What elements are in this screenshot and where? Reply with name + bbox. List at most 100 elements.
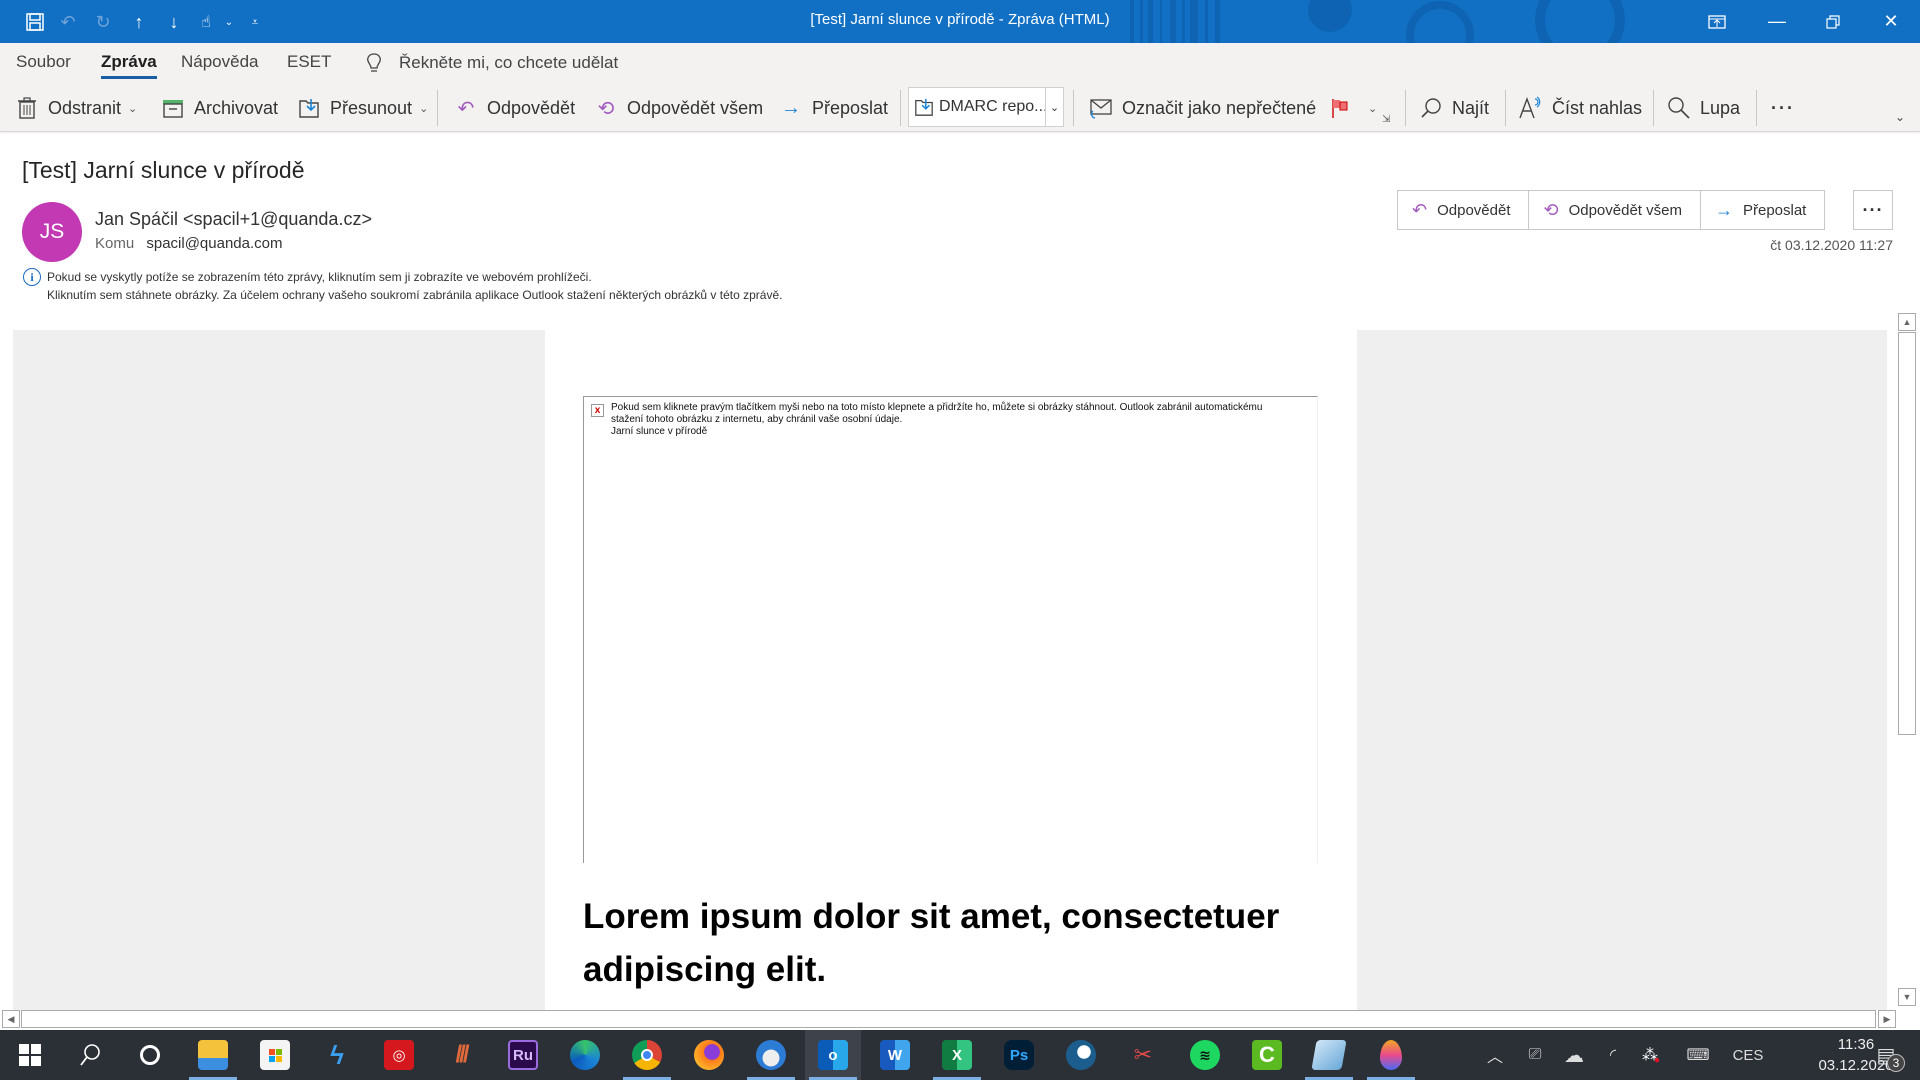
avatar[interactable]: JS xyxy=(22,202,82,262)
reply-button[interactable]: ↶ Odpovědět xyxy=(453,90,575,126)
taskbar-premiere-rush[interactable]: Ru xyxy=(495,1030,551,1080)
tab-eset[interactable]: ESET xyxy=(287,52,331,72)
find-button[interactable]: Najít xyxy=(1418,90,1489,126)
move-button[interactable]: Přesunout ⌄ xyxy=(296,90,428,126)
recipient[interactable]: spacil@quanda.com xyxy=(146,235,282,252)
notepad-icon xyxy=(1311,1040,1347,1070)
quick-steps-gallery[interactable]: DMARC repo... ⌄ xyxy=(908,87,1064,127)
trash-icon xyxy=(14,95,40,121)
cortana-button[interactable] xyxy=(122,1030,178,1080)
zoom-button[interactable]: Lupa xyxy=(1666,90,1740,126)
taskbar-steam[interactable] xyxy=(1053,1030,1109,1080)
reply-all-inline-button[interactable]: ⟲ Odpovědět všem xyxy=(1529,191,1701,229)
broken-image-icon: x xyxy=(591,404,604,417)
mark-unread-button[interactable]: Označit jako nepřečtené xyxy=(1088,90,1316,126)
excel-icon: X xyxy=(942,1040,972,1070)
scroll-down-button[interactable]: ▼ xyxy=(1898,988,1916,1006)
received-datetime: čt 03.12.2020 11:27 xyxy=(1770,237,1893,253)
chevron-down-icon[interactable]: ⌄ xyxy=(1368,102,1377,115)
taskbar-notepad[interactable] xyxy=(1301,1030,1357,1080)
taskbar-creative-cloud[interactable]: ◎ xyxy=(371,1030,427,1080)
flag-icon xyxy=(1327,95,1353,121)
taskbar-camtasia[interactable]: C xyxy=(1239,1030,1295,1080)
scroll-right-button[interactable]: ▶ xyxy=(1878,1010,1896,1028)
search-button[interactable] xyxy=(62,1030,118,1080)
envelope-icon xyxy=(1088,95,1114,121)
input-language[interactable]: CES xyxy=(1728,1030,1768,1080)
taskbar-file-explorer[interactable] xyxy=(185,1030,241,1080)
blocked-image[interactable]: x Pokud sem kliknete pravým tlačítkem my… xyxy=(583,396,1318,863)
ribbon-display-options-button[interactable] xyxy=(1694,0,1740,43)
body-heading: Lorem ipsum dolor sit amet, consectetuer… xyxy=(583,897,1280,989)
taskbar-edge[interactable] xyxy=(557,1030,613,1080)
notification-count-badge: 3 xyxy=(1887,1054,1905,1072)
taskbar-microsoft-store[interactable] xyxy=(247,1030,303,1080)
reply-all-icon: ⟲ xyxy=(597,97,615,120)
spotify-icon: ≋ xyxy=(1190,1040,1220,1070)
dialog-launcher-icon[interactable]: ⇲ xyxy=(1382,114,1390,125)
taskbar-chrome[interactable] xyxy=(619,1030,675,1080)
horizontal-scrollbar[interactable]: ◀ ▶ xyxy=(0,1010,1900,1028)
horizontal-scroll-thumb[interactable] xyxy=(21,1010,1876,1028)
dropbox-error-icon[interactable]: ⁂ ● xyxy=(1636,1030,1666,1080)
ribbon-separator xyxy=(1653,90,1654,126)
lightbulb-icon xyxy=(367,53,381,72)
premiere-rush-icon: Ru xyxy=(508,1040,538,1070)
start-button[interactable] xyxy=(2,1030,58,1080)
restore-button[interactable] xyxy=(1810,0,1856,43)
chevron-down-icon[interactable]: ⌄ xyxy=(419,102,428,115)
chevron-down-icon[interactable]: ⌄ xyxy=(128,102,137,115)
creative-cloud-icon: ◎ xyxy=(384,1040,414,1070)
wifi-icon[interactable]: ◜ xyxy=(1598,1030,1628,1080)
action-center-button[interactable]: ▤ 3 xyxy=(1866,1030,1906,1080)
taskbar-spotify[interactable]: ≋ xyxy=(1177,1030,1233,1080)
taskbar-outlook[interactable]: o xyxy=(805,1030,861,1080)
more-actions-button[interactable]: ··· xyxy=(1853,190,1893,230)
flag-button[interactable]: ⌄ xyxy=(1327,90,1377,126)
taskbar-firefox[interactable] xyxy=(681,1030,737,1080)
vertical-scrollbar[interactable]: ▲ ▼ xyxy=(1897,313,1917,1007)
touch-keyboard-icon[interactable]: ⌨ xyxy=(1680,1030,1716,1080)
reply-all-inline-label: Odpovědět všem xyxy=(1568,201,1682,219)
reply-inline-button[interactable]: ↶ Odpovědět xyxy=(1398,191,1530,229)
search-icon xyxy=(1418,95,1444,121)
forward-button[interactable]: → Přeposlat xyxy=(778,90,888,126)
meet-now-icon[interactable]: ⎚ xyxy=(1520,1030,1550,1080)
body-left-margin xyxy=(13,330,545,1010)
quick-steps-dropdown[interactable]: ⌄ xyxy=(1045,88,1063,126)
download-images-notice[interactable]: Kliknutím sem stáhnete obrázky. Za účele… xyxy=(47,288,782,302)
quick-step-icon xyxy=(909,97,939,117)
tab-zprava[interactable]: Zpráva xyxy=(101,52,157,79)
reply-all-button[interactable]: ⟲ Odpovědět všem xyxy=(593,90,763,126)
ribbon-separator xyxy=(1756,90,1757,126)
tab-napoveda[interactable]: Nápověda xyxy=(181,52,259,72)
delete-button[interactable]: Odstranit ⌄ xyxy=(14,90,137,126)
taskbar-app-stripes[interactable]: /// xyxy=(433,1030,489,1080)
taskbar-photoshop-express[interactable]: Ps xyxy=(991,1030,1047,1080)
scroll-left-button[interactable]: ◀ xyxy=(2,1010,20,1028)
vertical-scroll-thumb[interactable] xyxy=(1898,332,1916,735)
sender[interactable]: Jan Spáčil <spacil+1@quanda.cz> xyxy=(95,209,372,230)
archive-button[interactable]: Archivovat xyxy=(160,90,278,126)
tell-me-search[interactable]: Řekněte mi, co chcete udělat xyxy=(365,52,618,74)
info-icon: i xyxy=(23,268,41,286)
close-button[interactable]: ✕ xyxy=(1868,0,1914,43)
minimize-button[interactable]: — xyxy=(1754,0,1800,43)
view-in-browser-notice[interactable]: Pokud se vyskytly potíže se zobrazením t… xyxy=(47,270,592,284)
taskbar-thunderbird[interactable] xyxy=(743,1030,799,1080)
collapse-ribbon-icon[interactable]: ⌄ xyxy=(1895,110,1905,124)
taskbar-word[interactable]: W xyxy=(867,1030,923,1080)
blocked-image-alt: Jarní slunce v přírodě xyxy=(611,426,708,437)
taskbar-excel[interactable]: X xyxy=(929,1030,985,1080)
scroll-up-button[interactable]: ▲ xyxy=(1898,313,1916,331)
taskbar-snipping-tool[interactable]: ✂ xyxy=(1115,1030,1171,1080)
show-hidden-icons[interactable]: ︿ xyxy=(1480,1030,1510,1080)
read-aloud-button[interactable]: Číst nahlas xyxy=(1518,90,1642,126)
forward-inline-button[interactable]: → Přeposlat xyxy=(1701,191,1824,229)
reply-inline-label: Odpovědět xyxy=(1437,201,1511,219)
taskbar-color-app[interactable] xyxy=(1363,1030,1419,1080)
taskbar-app-blue[interactable]: ϟ xyxy=(309,1030,365,1080)
more-commands-button[interactable]: ··· xyxy=(1771,90,1795,126)
onedrive-icon[interactable]: ☁ xyxy=(1558,1030,1590,1080)
tab-soubor[interactable]: Soubor xyxy=(16,52,71,72)
